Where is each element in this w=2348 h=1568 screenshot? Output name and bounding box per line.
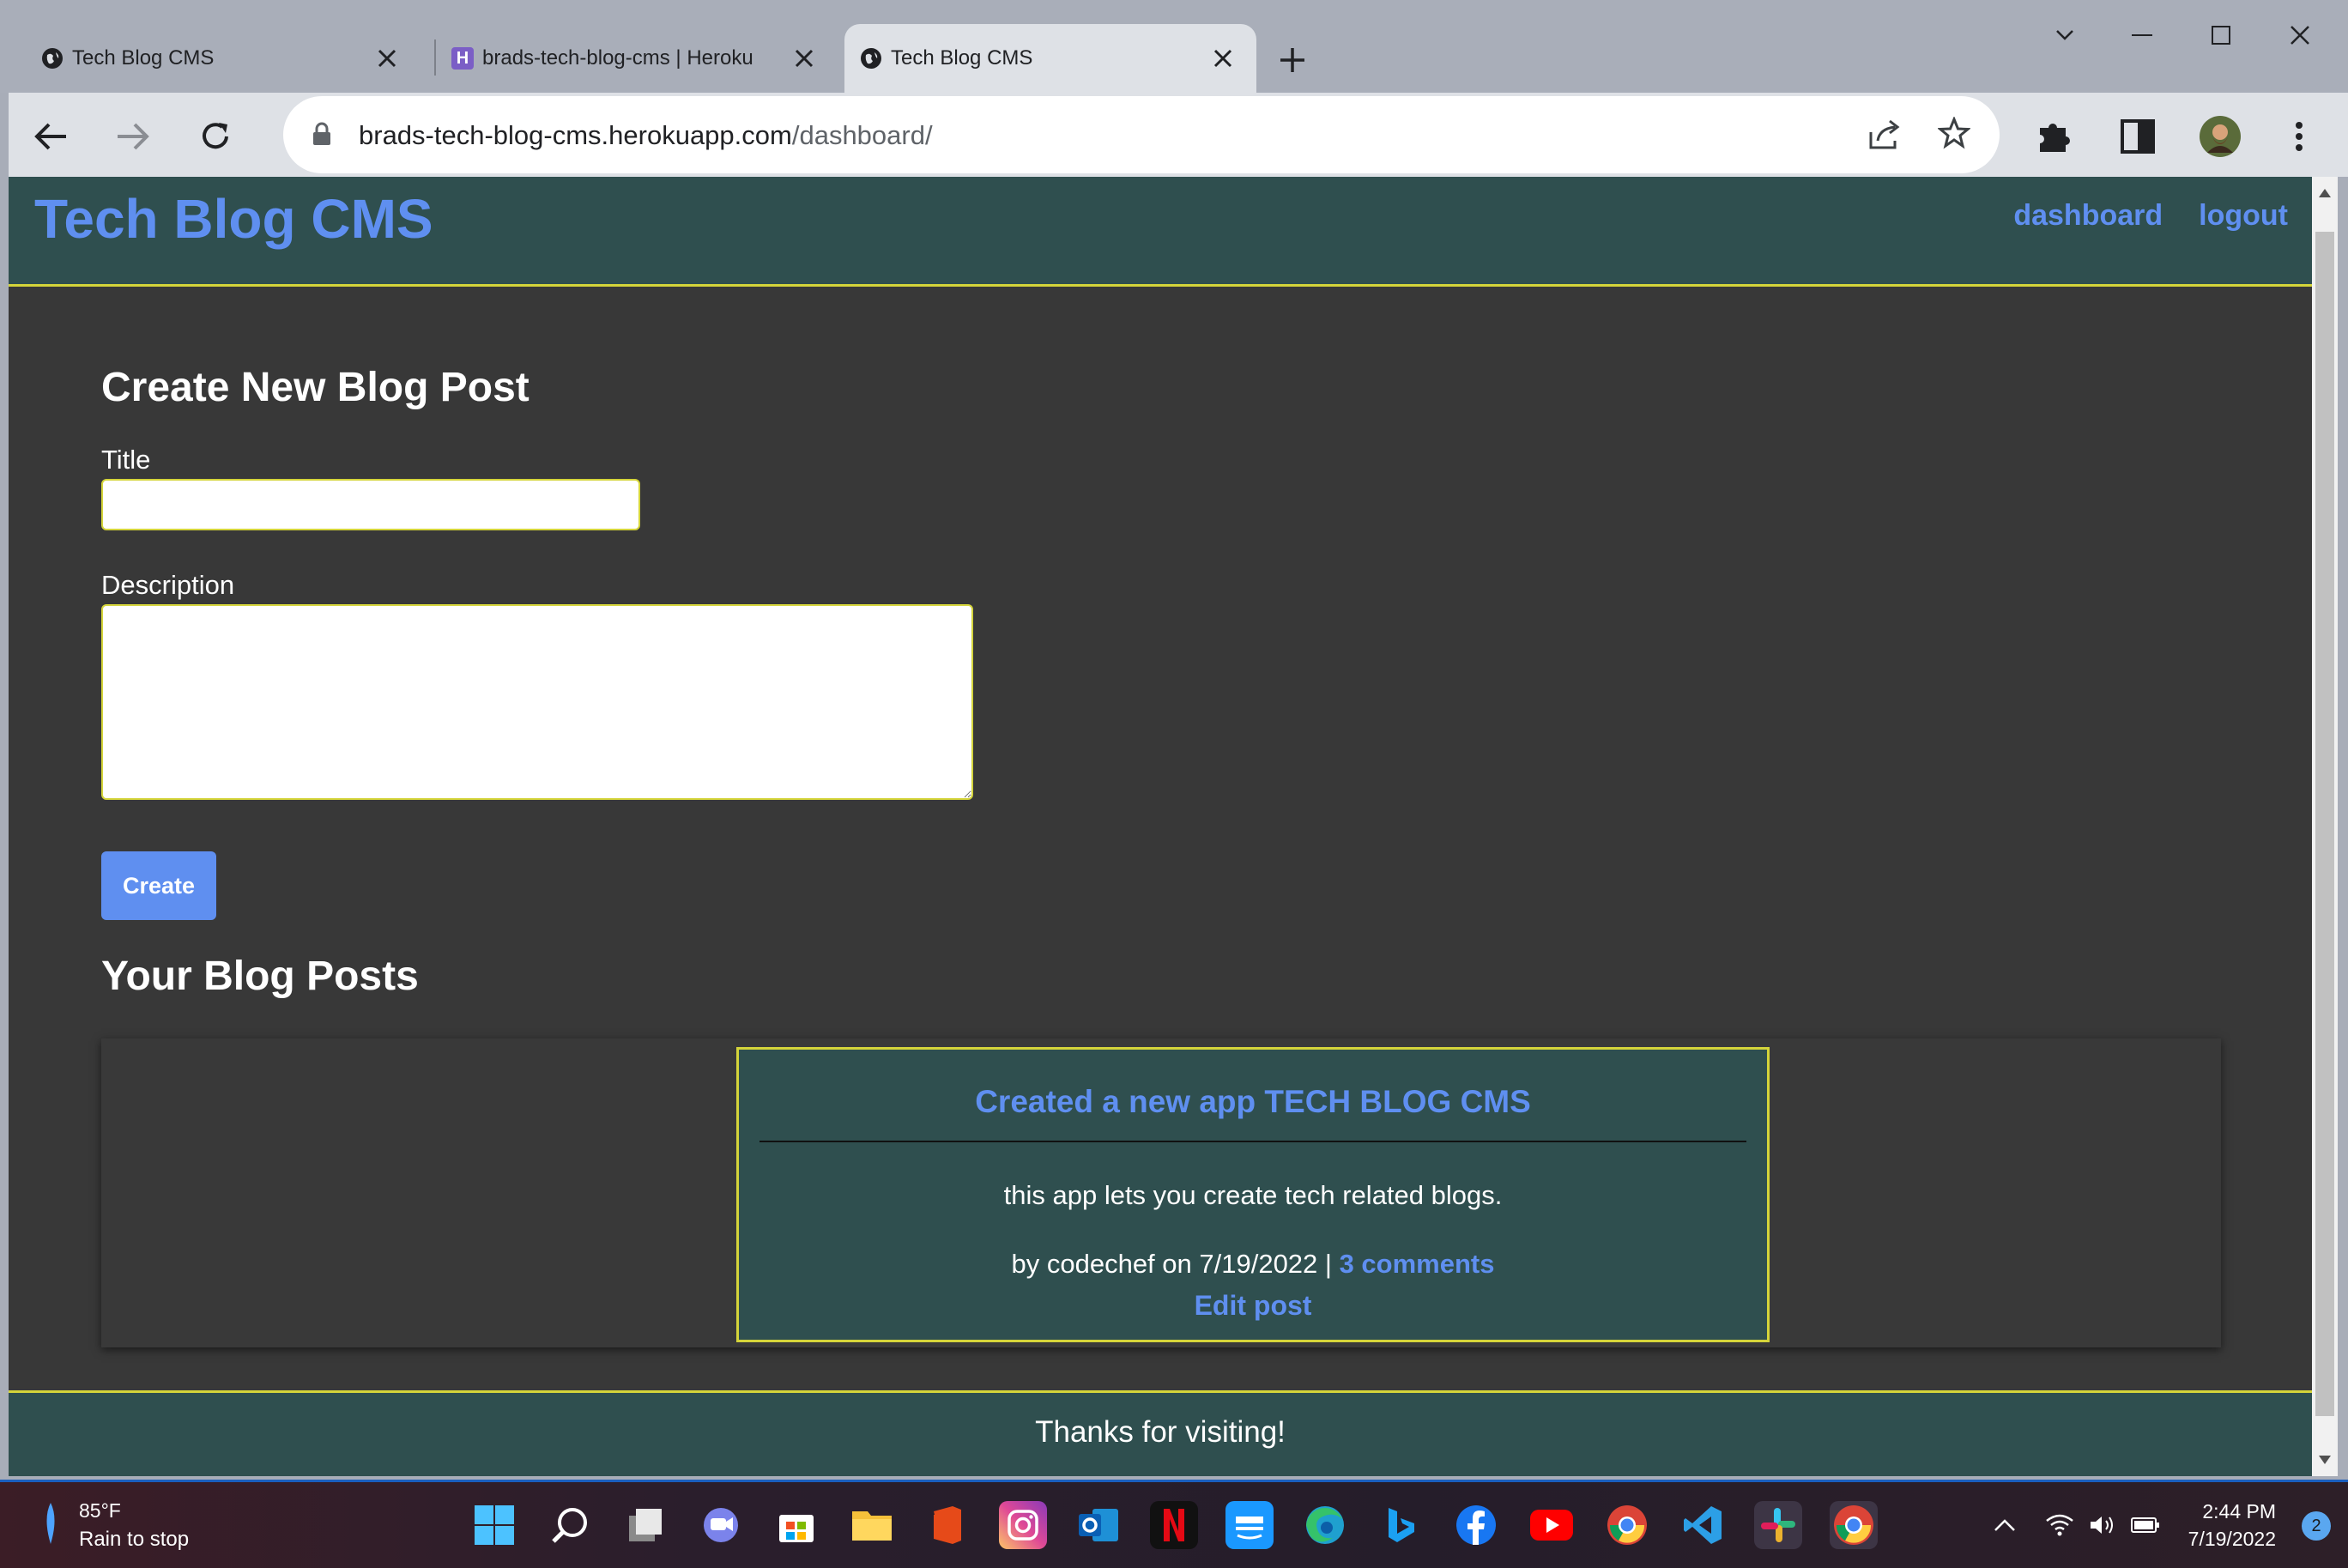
close-icon[interactable] bbox=[372, 44, 402, 73]
post-meta: by codechef on 7/19/2022 | 3 comments bbox=[739, 1249, 1767, 1280]
nav-dashboard-link[interactable]: dashboard bbox=[2013, 199, 2163, 233]
microsoft-store-icon[interactable] bbox=[772, 1501, 820, 1549]
facebook-icon[interactable] bbox=[1452, 1501, 1500, 1549]
wifi-icon[interactable] bbox=[2041, 1508, 2079, 1542]
weather-condition: Rain to stop bbox=[79, 1528, 190, 1551]
share-icon[interactable] bbox=[1867, 118, 1902, 155]
tab-2[interactable]: H brads-tech-blog-cms | Heroku bbox=[436, 24, 838, 93]
tab-3-label: Tech Blog CMS bbox=[891, 46, 1033, 70]
office-icon[interactable] bbox=[923, 1501, 971, 1549]
teams-chat-icon[interactable] bbox=[697, 1501, 745, 1549]
slack-icon[interactable] bbox=[1754, 1501, 1802, 1549]
weather-widget[interactable]: 85°F Rain to stop bbox=[39, 1499, 189, 1552]
description-textarea[interactable] bbox=[101, 604, 973, 800]
volume-icon[interactable] bbox=[2084, 1508, 2121, 1542]
profile-avatar[interactable] bbox=[2197, 113, 2243, 160]
youtube-icon[interactable] bbox=[1528, 1501, 1576, 1549]
site-title[interactable]: Tech Blog CMS bbox=[34, 187, 433, 251]
instagram-icon[interactable] bbox=[999, 1501, 1047, 1549]
edge-browser-icon[interactable] bbox=[1301, 1501, 1349, 1549]
maximize-icon[interactable] bbox=[2195, 15, 2247, 55]
globe-icon bbox=[860, 47, 882, 70]
tab-strip: Tech Blog CMS H brads-tech-blog-cms | He… bbox=[0, 0, 2348, 93]
url-domain: brads-tech-blog-cms.herokuapp.com bbox=[359, 120, 792, 150]
bing-icon[interactable] bbox=[1377, 1501, 1425, 1549]
url-path: /dashboard/ bbox=[791, 120, 933, 150]
clock-time: 2:44 PM bbox=[2202, 1500, 2276, 1523]
close-icon[interactable] bbox=[1208, 44, 1238, 73]
bookmark-star-icon[interactable] bbox=[1937, 116, 1971, 154]
back-arrow-icon[interactable] bbox=[27, 113, 74, 160]
task-view-icon[interactable] bbox=[621, 1501, 669, 1549]
tray-chevron-up-icon[interactable] bbox=[1988, 1508, 2022, 1542]
new-tab-button[interactable] bbox=[1270, 38, 1315, 82]
search-icon[interactable] bbox=[546, 1501, 594, 1549]
side-panel-icon[interactable] bbox=[2115, 113, 2161, 160]
description-label: Description bbox=[101, 570, 235, 600]
browser-window: Tech Blog CMS H brads-tech-blog-cms | He… bbox=[0, 0, 2348, 1480]
create-button[interactable]: Create bbox=[101, 851, 216, 920]
tab-3-active[interactable]: Tech Blog CMS bbox=[844, 24, 1256, 93]
netflix-icon[interactable] bbox=[1150, 1501, 1198, 1549]
tab-2-label: brads-tech-blog-cms | Heroku bbox=[482, 46, 753, 70]
notification-badge[interactable]: 2 bbox=[2302, 1511, 2331, 1541]
outlook-icon[interactable] bbox=[1074, 1501, 1123, 1549]
post-card: Created a new app TECH BLOG CMS this app… bbox=[736, 1047, 1770, 1342]
scroll-down-arrow-icon[interactable] bbox=[2318, 1454, 2332, 1469]
title-input[interactable] bbox=[101, 479, 640, 530]
tab-1[interactable]: Tech Blog CMS bbox=[26, 24, 421, 93]
window-close-icon[interactable] bbox=[2274, 15, 2326, 55]
page-viewport: Tech Blog CMS dashboard logout Create Ne… bbox=[9, 177, 2312, 1476]
heroku-icon: H bbox=[451, 47, 474, 70]
post-title[interactable]: Created a new app TECH BLOG CMS bbox=[739, 1084, 1767, 1120]
site-footer: Thanks for visiting! bbox=[9, 1390, 2312, 1476]
url-text: brads-tech-blog-cms.herokuapp.com/dashbo… bbox=[359, 120, 933, 151]
clock-date: 7/19/2022 bbox=[2188, 1528, 2276, 1550]
footer-text: Thanks for visiting! bbox=[1035, 1415, 1286, 1449]
post-meta-text: by codechef on 7/19/2022 | bbox=[1011, 1249, 1340, 1279]
scroll-up-arrow-icon[interactable] bbox=[2318, 187, 2332, 203]
nav-logout-link[interactable]: logout bbox=[2199, 199, 2288, 233]
close-icon[interactable] bbox=[790, 44, 819, 73]
system-clock[interactable]: 2:44 PM 7/19/2022 bbox=[2188, 1498, 2276, 1553]
site-header: Tech Blog CMS dashboard logout bbox=[9, 177, 2312, 287]
chrome-icon[interactable] bbox=[1603, 1501, 1651, 1549]
extensions-puzzle-icon[interactable] bbox=[2030, 113, 2077, 160]
posts-container: Created a new app TECH BLOG CMS this app… bbox=[101, 1038, 2221, 1347]
file-explorer-icon[interactable] bbox=[848, 1501, 896, 1549]
address-bar[interactable]: brads-tech-blog-cms.herokuapp.com/dashbo… bbox=[283, 96, 2000, 173]
windows-start-icon[interactable] bbox=[470, 1501, 518, 1549]
reload-icon[interactable] bbox=[192, 113, 239, 160]
taskbar: 85°F Rain to stop 2:44 PM 7/19/2022 2 bbox=[0, 1480, 2348, 1568]
battery-icon[interactable] bbox=[2127, 1508, 2164, 1542]
minimize-icon[interactable] bbox=[2116, 15, 2168, 55]
browser-toolbar: brads-tech-blog-cms.herokuapp.com/dashbo… bbox=[9, 93, 2348, 177]
comments-link[interactable]: 3 comments bbox=[1340, 1249, 1495, 1279]
title-label: Title bbox=[101, 445, 151, 475]
site-nav: dashboard logout bbox=[2013, 199, 2288, 233]
lock-icon bbox=[312, 122, 331, 150]
post-edit: Edit post bbox=[739, 1290, 1767, 1322]
rain-weather-icon bbox=[39, 1499, 62, 1552]
your-posts-heading: Your Blog Posts bbox=[101, 954, 419, 999]
post-divider bbox=[759, 1141, 1746, 1142]
forward-arrow-icon[interactable] bbox=[110, 113, 156, 160]
menu-kebab-icon[interactable] bbox=[2276, 113, 2322, 160]
globe-icon bbox=[41, 47, 64, 70]
tab-1-label: Tech Blog CMS bbox=[72, 46, 215, 70]
post-title-text: Created a new app TECH BLOG CMS bbox=[975, 1084, 1531, 1119]
prime-video-icon[interactable] bbox=[1225, 1501, 1274, 1549]
create-post-heading: Create New Blog Post bbox=[101, 365, 530, 410]
page-scrollbar[interactable] bbox=[2312, 177, 2338, 1476]
weather-temperature: 85°F bbox=[79, 1499, 121, 1522]
scrollbar-thumb[interactable] bbox=[2315, 232, 2334, 1416]
chrome-active-icon[interactable] bbox=[1830, 1501, 1878, 1549]
tab-search-chevron-icon[interactable] bbox=[2039, 15, 2091, 55]
vscode-icon[interactable] bbox=[1679, 1501, 1727, 1549]
edit-post-link[interactable]: Edit post bbox=[1195, 1290, 1312, 1321]
post-body: this app lets you create tech related bl… bbox=[1003, 1180, 1503, 1210]
